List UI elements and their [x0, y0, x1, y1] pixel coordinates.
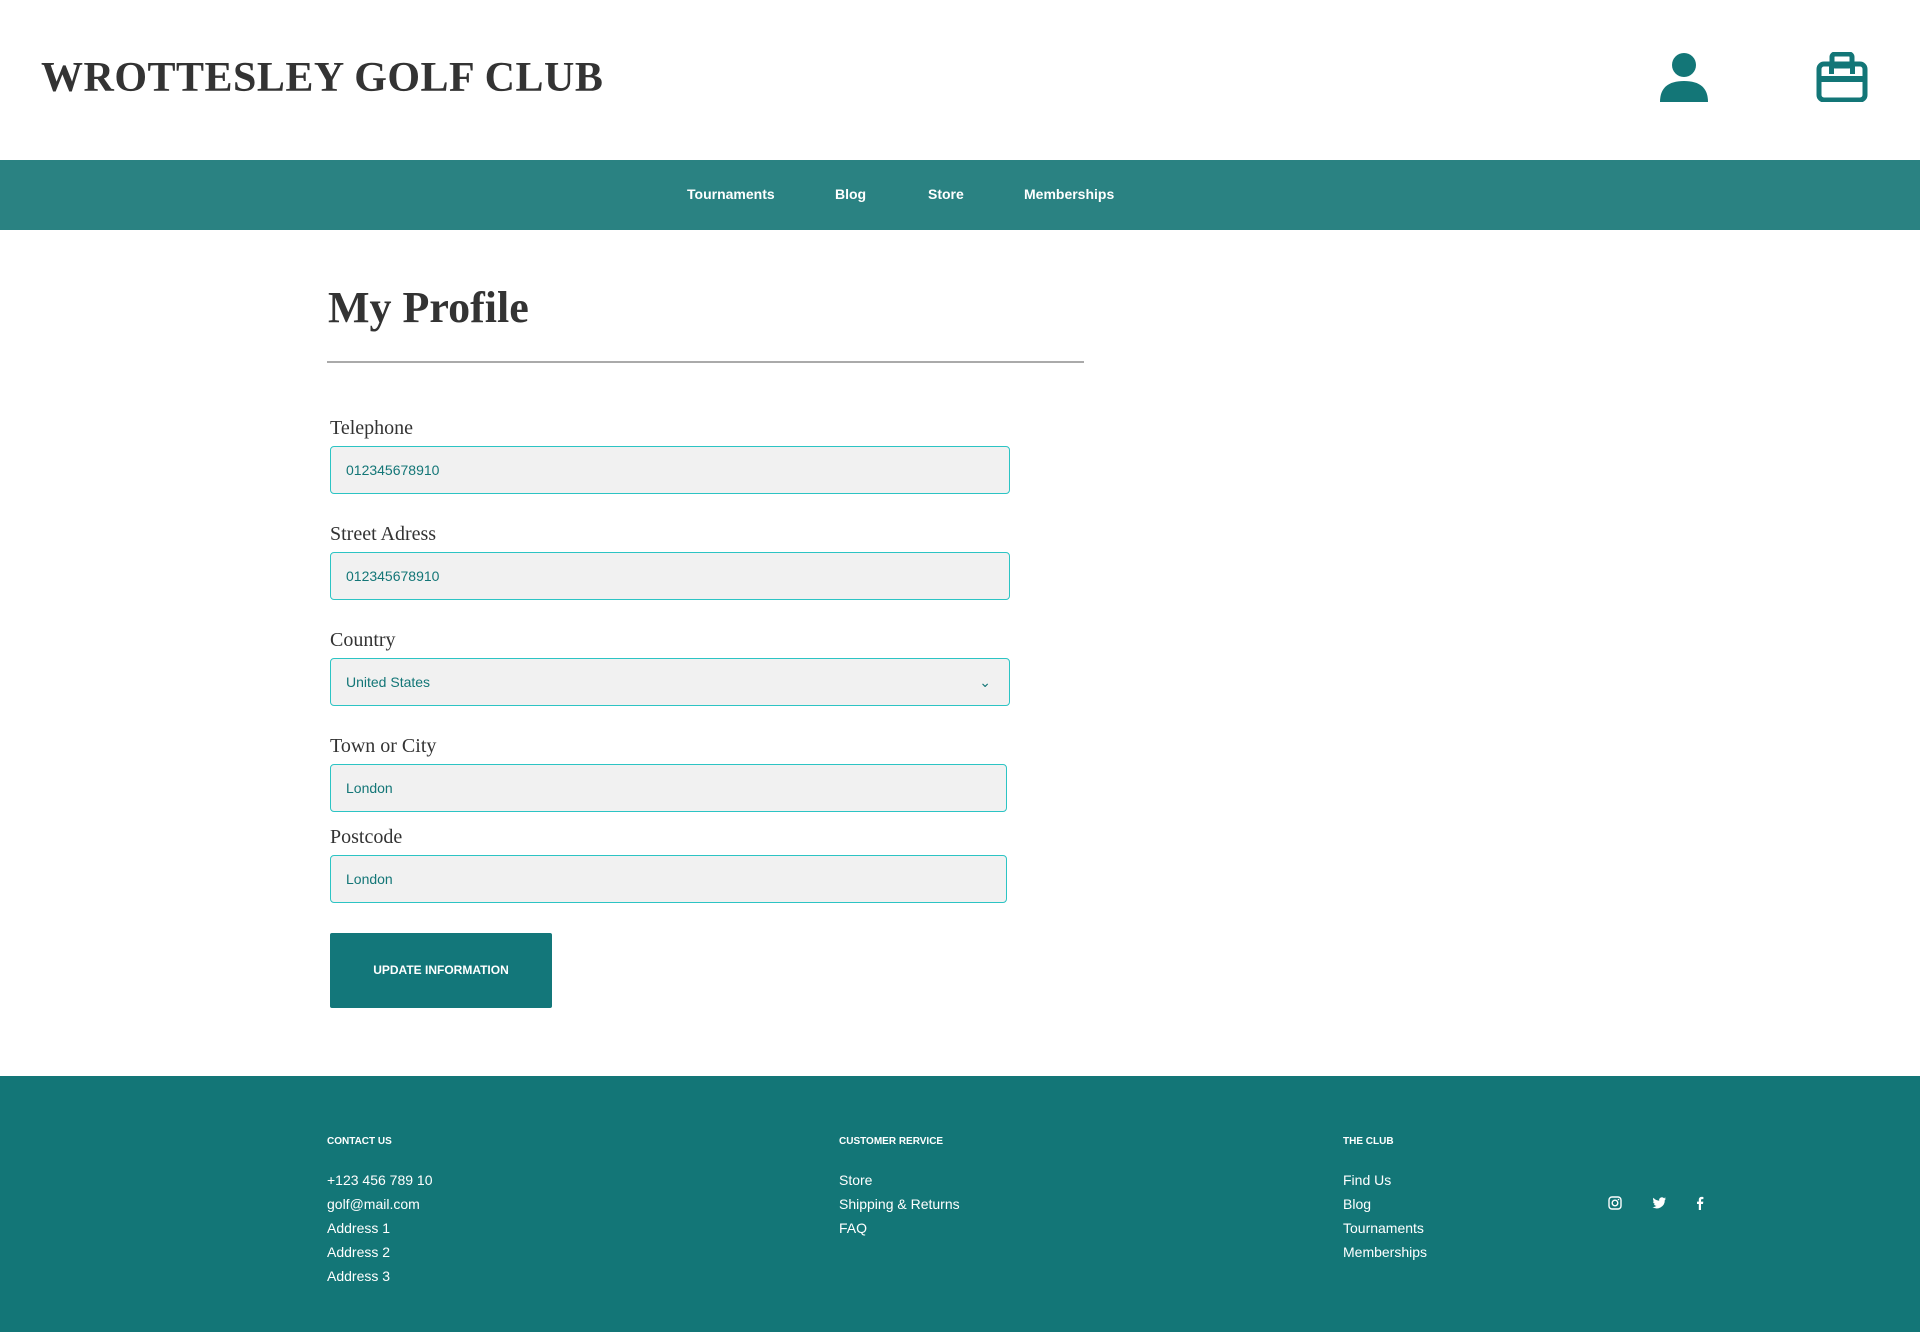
- club-heading: THE CLUB: [1343, 1136, 1394, 1147]
- nav-memberships[interactable]: Memberships: [1024, 186, 1114, 202]
- nav-blog[interactable]: Blog: [835, 186, 866, 202]
- town-input[interactable]: London: [330, 764, 1007, 812]
- footer-link-memberships[interactable]: Memberships: [1343, 1244, 1427, 1260]
- user-icon[interactable]: [1659, 52, 1709, 107]
- chevron-down-icon: ⌄: [979, 674, 991, 690]
- telephone-label: Telephone: [330, 417, 414, 439]
- contact-address: Address 1: [327, 1220, 391, 1236]
- footer: CONTACT US +123 456 789 10 golf@mail.com…: [0, 1076, 1920, 1332]
- town-label: Town or City: [330, 735, 437, 757]
- briefcase-icon[interactable]: [1816, 51, 1868, 107]
- footer-link-store[interactable]: Store: [839, 1172, 872, 1188]
- footer-link-faq[interactable]: FAQ: [839, 1220, 867, 1236]
- footer-link-shipping[interactable]: Shipping & Returns: [839, 1196, 960, 1212]
- telephone-input[interactable]: 012345678910: [330, 446, 1010, 494]
- nav-tournaments[interactable]: Tournaments: [687, 186, 775, 202]
- country-select[interactable]: United States ⌄: [330, 658, 1010, 706]
- nav-store[interactable]: Store: [928, 186, 964, 202]
- contact-address: Address 2: [327, 1244, 391, 1260]
- instagram-icon[interactable]: [1608, 1196, 1622, 1213]
- facebook-icon[interactable]: [1696, 1196, 1704, 1213]
- country-value: United States: [346, 674, 431, 690]
- update-information-button[interactable]: UPDATE INFORMATION: [330, 933, 552, 1008]
- divider: [327, 361, 1084, 363]
- postcode-label: Postcode: [330, 826, 403, 848]
- footer-link-tournaments[interactable]: Tournaments: [1343, 1220, 1424, 1236]
- street-input[interactable]: 012345678910: [330, 552, 1010, 600]
- postcode-input[interactable]: London: [330, 855, 1007, 903]
- footer-link-find-us[interactable]: Find Us: [1343, 1172, 1391, 1188]
- country-label: Country: [330, 629, 396, 651]
- page-title: My Profile: [328, 283, 529, 332]
- contact-heading: CONTACT US: [327, 1136, 392, 1147]
- main-nav: Tournaments Blog Store Memberships: [0, 160, 1920, 230]
- street-label: Street Adress: [330, 523, 437, 545]
- contact-address: Address 3: [327, 1268, 391, 1284]
- footer-link-blog[interactable]: Blog: [1343, 1196, 1371, 1212]
- twitter-icon[interactable]: [1652, 1196, 1667, 1213]
- service-heading: CUSTOMER RERVICE: [839, 1136, 944, 1147]
- contact-email[interactable]: golf@mail.com: [327, 1196, 420, 1212]
- site-logo[interactable]: WROTTESLEY GOLF CLUB: [41, 54, 603, 102]
- contact-phone: +123 456 789 10: [327, 1172, 433, 1188]
